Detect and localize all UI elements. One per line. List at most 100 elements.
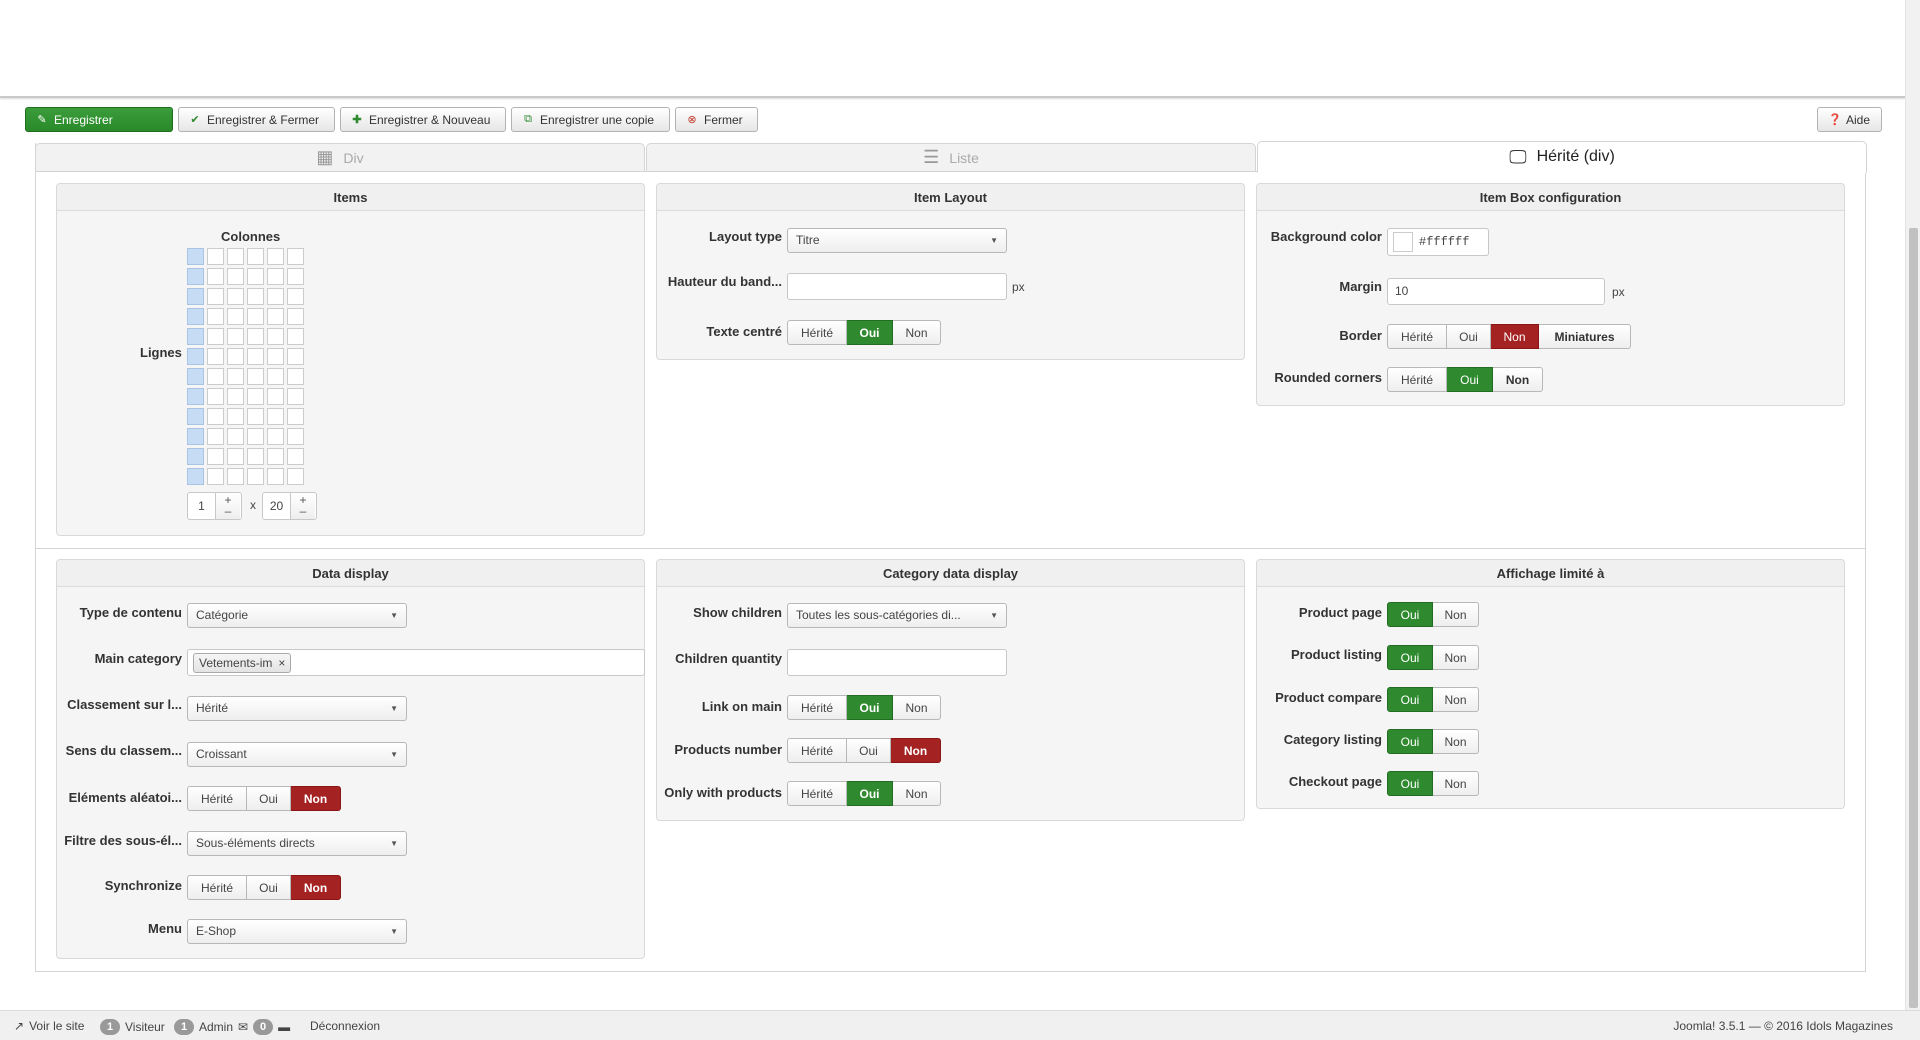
grid-cell[interactable] [227, 428, 244, 445]
grid-cell[interactable] [207, 468, 224, 485]
grid-cell[interactable] [267, 428, 284, 445]
grid-cell[interactable] [227, 468, 244, 485]
category-listing-toggle[interactable]: Oui Non [1387, 729, 1479, 754]
only-products-yes[interactable]: Oui [847, 781, 893, 806]
rows-value[interactable]: 20 [263, 493, 291, 519]
border-thumbnails[interactable]: Miniatures [1539, 324, 1631, 349]
grid-cell[interactable] [187, 448, 204, 465]
subitem-filter-select[interactable]: Sous-éléments directs ▼ [187, 831, 407, 856]
product-page-toggle[interactable]: Oui Non [1387, 602, 1479, 627]
grid-cell[interactable] [267, 468, 284, 485]
grid-cell[interactable] [267, 248, 284, 265]
grid-cell[interactable] [207, 248, 224, 265]
sort-select[interactable]: Hérité ▼ [187, 696, 407, 721]
category-listing-no[interactable]: Non [1433, 729, 1479, 754]
sync-no[interactable]: Non [291, 875, 341, 900]
checkout-page-toggle[interactable]: Oui Non [1387, 771, 1479, 796]
rounded-no[interactable]: Non [1493, 367, 1543, 392]
children-quantity-input[interactable] [787, 649, 1007, 676]
products-number-no[interactable]: Non [891, 738, 941, 763]
tab-list[interactable]: ☰ Liste [646, 143, 1256, 171]
centered-text-inherit[interactable]: Hérité [787, 320, 847, 345]
grid-cell[interactable] [247, 348, 264, 365]
grid-cell[interactable] [207, 408, 224, 425]
grid-cell[interactable] [247, 408, 264, 425]
grid-cell[interactable] [287, 348, 304, 365]
grid-cell[interactable] [287, 428, 304, 445]
sort-direction-select[interactable]: Croissant ▼ [187, 742, 407, 767]
rows-minus[interactable]: – [300, 505, 307, 517]
rounded-corners-toggle[interactable]: Hérité Oui Non [1387, 367, 1543, 392]
border-inherit[interactable]: Hérité [1387, 324, 1447, 349]
layout-type-select[interactable]: Titre ▼ [787, 228, 1007, 253]
grid-cell[interactable] [207, 388, 224, 405]
rounded-yes[interactable]: Oui [1447, 367, 1493, 392]
grid-cell[interactable] [187, 348, 204, 365]
category-tag[interactable]: Vetements-im × [193, 653, 292, 673]
show-children-select[interactable]: Toutes les sous-catégories di... ▼ [787, 603, 1007, 628]
products-number-toggle[interactable]: Hérité Oui Non [787, 738, 941, 763]
tag-remove-icon[interactable]: × [278, 654, 285, 672]
border-toggle[interactable]: Hérité Oui Non Miniatures [1387, 324, 1631, 349]
checkout-page-no[interactable]: Non [1433, 771, 1479, 796]
grid-cell[interactable] [247, 268, 264, 285]
columns-plus-minus[interactable]: + – [216, 493, 240, 519]
save-copy-button[interactable]: ⧉ Enregistrer une copie [511, 107, 670, 132]
grid-cell[interactable] [287, 268, 304, 285]
grid-cell[interactable] [287, 448, 304, 465]
grid-cell[interactable] [287, 368, 304, 385]
columns-minus[interactable]: – [225, 505, 232, 517]
grid-cell[interactable] [247, 388, 264, 405]
columns-stepper[interactable]: 1 + – [187, 492, 242, 520]
sync-yes[interactable]: Oui [247, 875, 291, 900]
grid-cell[interactable] [287, 468, 304, 485]
grid-cell[interactable] [187, 408, 204, 425]
product-listing-toggle[interactable]: Oui Non [1387, 645, 1479, 670]
grid-cell[interactable] [267, 308, 284, 325]
centered-text-toggle[interactable]: Hérité Oui Non [787, 320, 941, 345]
grid-cell[interactable] [247, 248, 264, 265]
product-compare-no[interactable]: Non [1433, 687, 1479, 712]
grid-cell[interactable] [287, 248, 304, 265]
product-listing-yes[interactable]: Oui [1387, 645, 1433, 670]
centered-text-yes[interactable]: Oui [847, 320, 893, 345]
grid-cell[interactable] [207, 428, 224, 445]
product-page-no[interactable]: Non [1433, 602, 1479, 627]
grid-cell[interactable] [187, 388, 204, 405]
grid-cell[interactable] [207, 448, 224, 465]
grid-cell[interactable] [267, 328, 284, 345]
content-type-select[interactable]: Catégorie ▼ [187, 603, 407, 628]
grid-cell[interactable] [267, 408, 284, 425]
grid-cell[interactable] [227, 308, 244, 325]
grid-cell[interactable] [227, 248, 244, 265]
sync-inherit[interactable]: Hérité [187, 875, 247, 900]
only-products-inherit[interactable]: Hérité [787, 781, 847, 806]
grid-cell[interactable] [227, 448, 244, 465]
grid-cell[interactable] [227, 328, 244, 345]
grid-cell[interactable] [247, 368, 264, 385]
grid-cell[interactable] [227, 288, 244, 305]
grid-cell[interactable] [287, 288, 304, 305]
grid-cell[interactable] [227, 348, 244, 365]
grid-cell[interactable] [287, 328, 304, 345]
grid-cell[interactable] [227, 268, 244, 285]
bg-color-picker[interactable]: #ffffff [1387, 228, 1489, 256]
product-listing-no[interactable]: Non [1433, 645, 1479, 670]
grid-cell[interactable] [227, 388, 244, 405]
random-inherit[interactable]: Hérité [187, 786, 247, 811]
tab-inherited-div[interactable]: 🖵 Hérité (div) [1257, 141, 1867, 173]
save-new-button[interactable]: ✚ Enregistrer & Nouveau [340, 107, 506, 132]
border-no[interactable]: Non [1491, 324, 1539, 349]
grid-cell[interactable] [207, 328, 224, 345]
grid-cell[interactable] [247, 448, 264, 465]
columns-value[interactable]: 1 [188, 493, 216, 519]
rounded-inherit[interactable]: Hérité [1387, 367, 1447, 392]
save-close-button[interactable]: ✔ Enregistrer & Fermer [178, 107, 335, 132]
grid-cell[interactable] [267, 268, 284, 285]
grid-cell[interactable] [207, 348, 224, 365]
grid-cell[interactable] [207, 288, 224, 305]
grid-cell[interactable] [247, 468, 264, 485]
grid-cell[interactable] [187, 468, 204, 485]
grid-cell[interactable] [267, 388, 284, 405]
link-main-no[interactable]: Non [893, 695, 941, 720]
